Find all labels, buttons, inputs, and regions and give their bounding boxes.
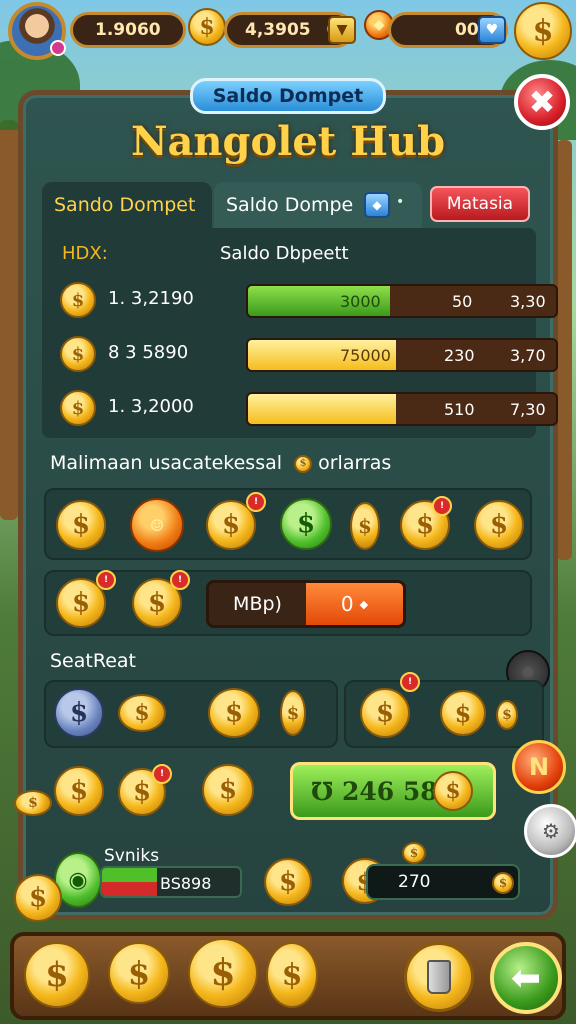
progress-fill <box>248 394 396 424</box>
add-currency-button[interactable]: ▼ <box>328 16 356 44</box>
balance-pill-value: 270 <box>398 872 431 892</box>
character-reward-icon[interactable]: ☺ <box>130 498 184 552</box>
notification-badge: ! <box>170 570 190 590</box>
coin-reward[interactable]: $ <box>14 874 62 922</box>
notification-badge: ! <box>432 496 452 516</box>
currency-counter-1: 1.9060 <box>70 12 186 48</box>
coin-reward[interactable]: $ <box>118 694 166 732</box>
notification-badge: ! <box>400 672 420 692</box>
bar-value-left: 75000 <box>340 346 391 365</box>
claim-button[interactable]: ℧ 246 58 $ <box>290 762 496 820</box>
table-row[interactable]: $ 1. 3,2190 3000 50 3,30 <box>56 278 558 324</box>
claim-button-label: ℧ 246 58 <box>311 776 438 806</box>
bar-value-mid: 510 <box>444 400 475 419</box>
trophy-icon <box>427 960 451 994</box>
coin-icon: $ <box>60 282 96 318</box>
progress-bar: 3000 50 3,30 <box>246 284 558 318</box>
bar-value-left: 3000 <box>340 292 381 311</box>
coin-reward[interactable]: $ <box>202 764 254 816</box>
coin-icon: $ <box>60 336 96 372</box>
coin-slot-4[interactable]: $ <box>266 942 318 1008</box>
coin-icon: $ <box>492 872 514 894</box>
currency-counter-2-value: 4,3905 <box>245 20 311 40</box>
tab-matasia-button[interactable]: Matasia <box>430 186 530 222</box>
shop-coin-button[interactable]: $ <box>514 2 572 60</box>
table-header-hdx: HDX: <box>62 242 108 264</box>
blue-coin-reward[interactable]: $ <box>54 688 104 738</box>
back-button[interactable]: ⬅ <box>490 942 562 1014</box>
coin-icon: $ <box>433 771 473 811</box>
coin-icon: $ <box>188 8 226 46</box>
currency-counter-1-value: 1.9060 <box>95 20 161 40</box>
green-coin-reward[interactable]: $ <box>280 498 332 550</box>
balance-table: HDX: Saldo Dbpeett $ 1. 3,2190 3000 50 3… <box>42 228 558 438</box>
coin-reward[interactable]: $ <box>474 500 524 550</box>
balance-pill: 270 $ <box>366 864 520 900</box>
table-row[interactable]: $ 1. 3,2000 510 7,30 <box>56 386 558 432</box>
quantity-counter[interactable]: MBp) 0 ◆ <box>206 580 406 628</box>
coin-reward[interactable]: $ <box>264 858 312 906</box>
coin-reward-tilted[interactable]: $ <box>350 502 380 550</box>
counter-value[interactable]: 0 ◆ <box>306 583 403 625</box>
coin-pile: $ <box>14 790 52 816</box>
coin-reward-small[interactable]: $ <box>496 700 518 730</box>
coin-reward-tilted[interactable]: $ <box>280 690 306 736</box>
tab-sando-dompet[interactable]: Sando Dompet <box>42 182 212 228</box>
coin-slot-1[interactable]: $ <box>24 942 90 1008</box>
row-quantity: 8 3 5890 <box>108 342 189 363</box>
dot-icon: • <box>396 194 405 210</box>
counter-label: MBp) <box>209 583 306 625</box>
row-quantity: 1. 3,2190 <box>108 288 194 309</box>
coin-icon: $ <box>294 454 313 473</box>
table-header-saldo: Saldo Dbpeett <box>220 242 349 264</box>
coin-slot-3[interactable]: $ <box>188 938 258 1008</box>
table-row[interactable]: $ 8 3 5890 75000 230 3,70 <box>56 332 558 378</box>
row-quantity: 1. 3,2000 <box>108 396 194 417</box>
notification-badge: ! <box>152 764 172 784</box>
top-bar: 1.9060 $ 4,3905 0 ▼ ◆ 00 ♥ $ <box>0 0 576 64</box>
page-title: Nangolet Hub <box>130 118 446 165</box>
avatar-badge <box>50 40 66 56</box>
section-title-malimaan: Malimaan usacatekessal $ orlarras <box>50 452 392 474</box>
coin-reward-small: $ <box>402 842 426 864</box>
trophy-button[interactable] <box>404 942 474 1012</box>
coin-reward[interactable]: $ <box>56 500 106 550</box>
coin-reward[interactable]: $ <box>54 766 104 816</box>
n-badge-button[interactable]: N <box>512 740 566 794</box>
coin-reward[interactable]: $ <box>208 688 260 738</box>
back-arrow-icon: ⬅ <box>510 957 542 999</box>
player-progress-bar: BS898 <box>100 866 242 898</box>
player-name: Svniks <box>104 846 160 866</box>
coin-reward[interactable]: $ <box>440 690 486 736</box>
coin-icon: $ <box>60 390 96 426</box>
bar-value-mid: 230 <box>444 346 475 365</box>
coin-slot-2[interactable]: $ <box>108 942 170 1004</box>
notification-badge: ! <box>96 570 116 590</box>
notification-badge: ! <box>246 492 266 512</box>
bar-value-right: 7,30 <box>510 400 546 419</box>
progress-bar: 510 7,30 <box>246 392 558 426</box>
tab-saldo-dompe[interactable]: Saldo Dompe ◆ • <box>214 182 422 228</box>
bar-value-right: 3,70 <box>510 346 546 365</box>
progress-bar: 75000 230 3,70 <box>246 338 558 372</box>
coin-reward[interactable]: $ <box>360 688 410 738</box>
settings-gear-icon[interactable]: ⚙ <box>524 804 576 858</box>
player-progress-value: BS898 <box>160 874 212 893</box>
heart-shield-icon[interactable]: ♥ <box>478 16 506 44</box>
currency-counter-3-value: 00 <box>455 20 479 40</box>
section-title-seatreat: SeatReat <box>50 650 136 672</box>
info-icon[interactable]: ◆ <box>364 192 390 218</box>
panel-header-tab: Saldo Dompet <box>190 78 386 114</box>
close-icon: ✖ <box>528 83 556 121</box>
bar-value-mid: 50 <box>452 292 473 311</box>
bar-value-right: 3,30 <box>510 292 546 311</box>
